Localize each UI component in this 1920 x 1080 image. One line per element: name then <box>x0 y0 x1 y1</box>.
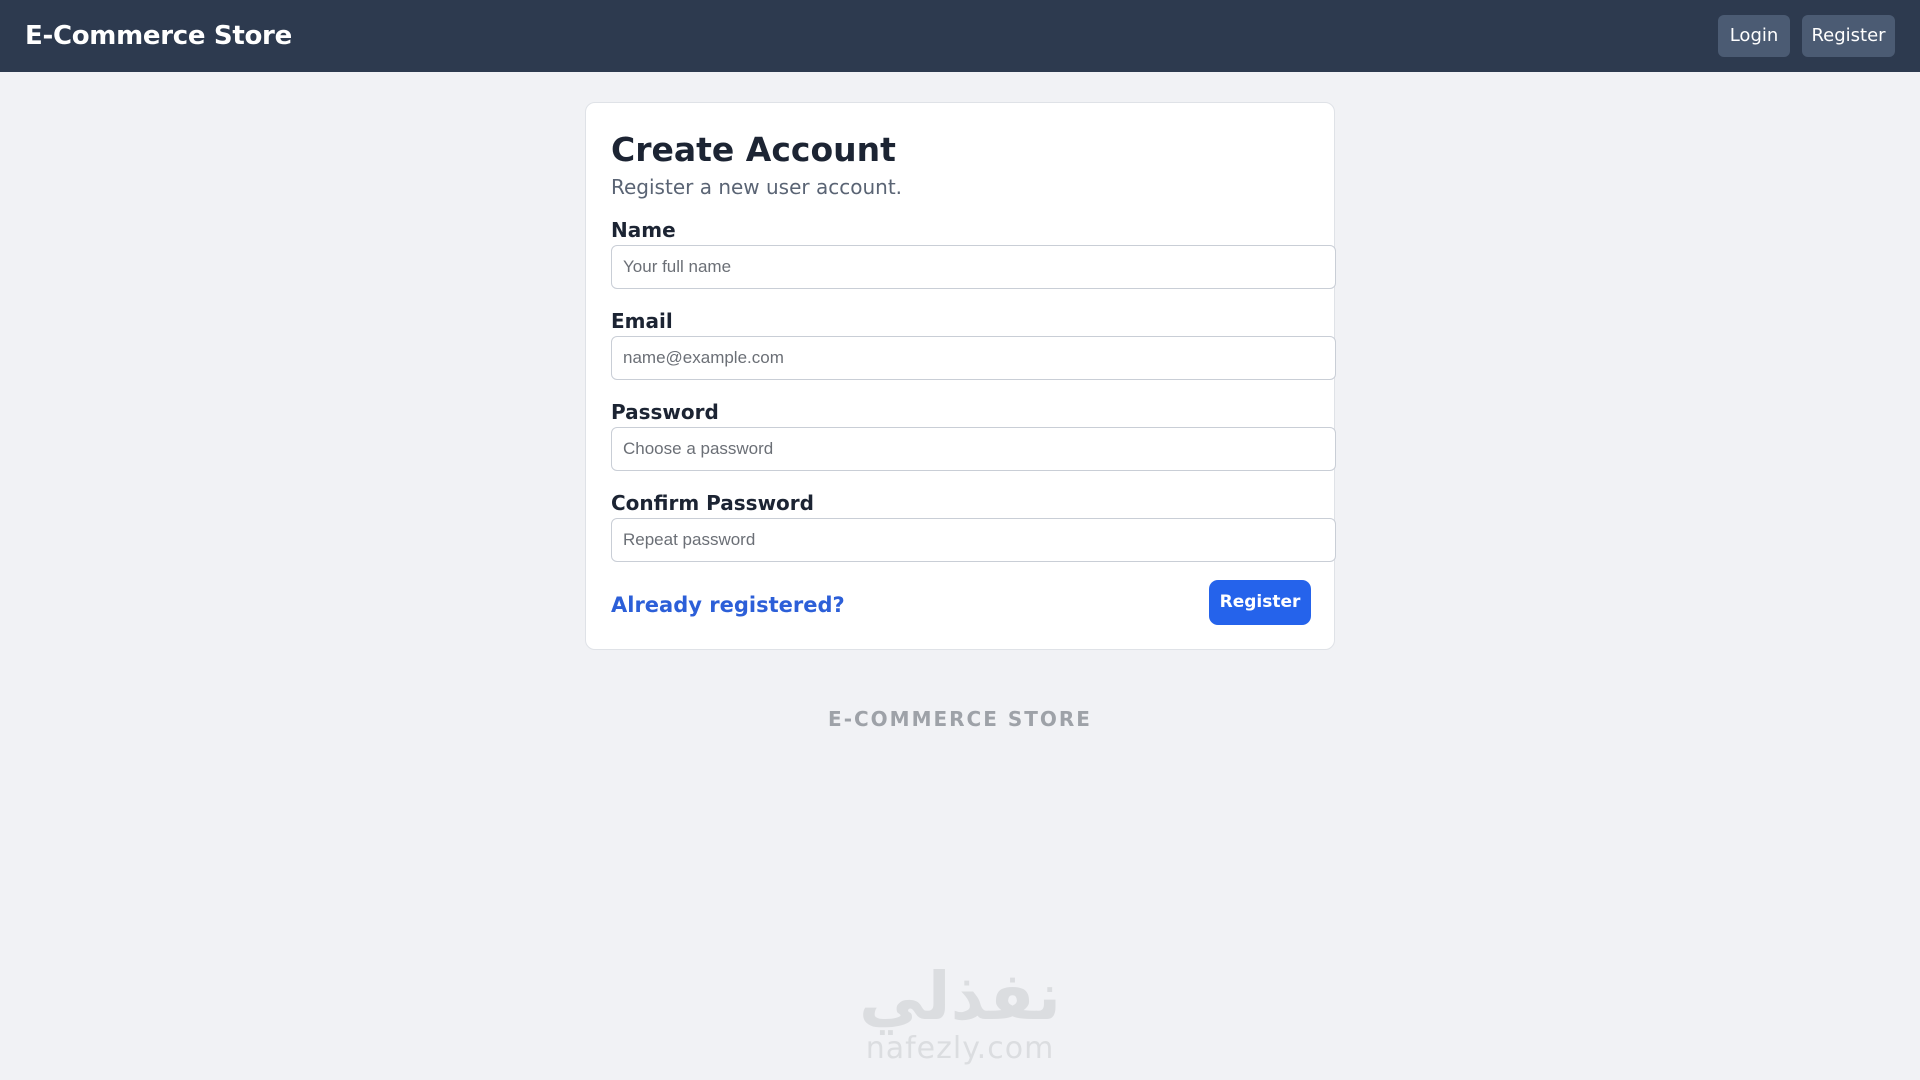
already-registered-link[interactable]: Already registered? <box>611 591 845 619</box>
top-navbar: E-Commerce Store Login Register <box>0 0 1920 72</box>
nav-login-button[interactable]: Login <box>1718 15 1790 57</box>
email-label: Email <box>611 309 673 333</box>
password-label: Password <box>611 400 719 424</box>
page-subtitle: Register a new user account. <box>611 175 903 199</box>
name-label: Name <box>611 218 676 242</box>
register-submit-button[interactable]: Register <box>1209 580 1311 625</box>
name-field[interactable] <box>611 245 1336 289</box>
watermark-latin: nafezly.com <box>865 1031 1055 1066</box>
email-field[interactable] <box>611 336 1336 380</box>
watermark-arabic: نفذلي <box>859 958 1061 1035</box>
confirm-password-label: Confirm Password <box>611 491 814 515</box>
confirm-password-field[interactable] <box>611 518 1336 562</box>
footer-brand: E-COMMERCE STORE <box>828 707 1092 731</box>
page-title: Create Account <box>611 130 896 169</box>
nav-register-button[interactable]: Register <box>1802 15 1895 57</box>
watermark-logo: نفذلي nafezly.com <box>850 962 1070 1080</box>
brand-title[interactable]: E-Commerce Store <box>25 18 292 54</box>
password-field[interactable] <box>611 427 1336 471</box>
register-card: Create Account Register a new user accou… <box>585 102 1336 650</box>
